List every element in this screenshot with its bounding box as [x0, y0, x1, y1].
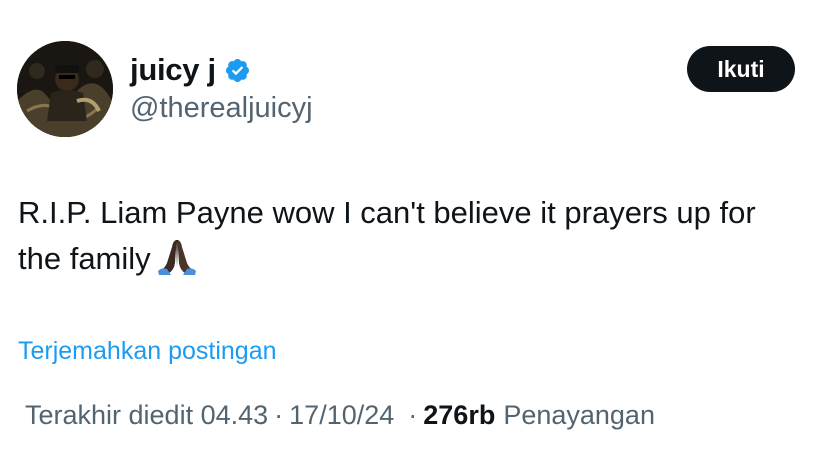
views-count: 276rb — [423, 400, 496, 430]
meta-separator: · — [274, 400, 284, 430]
views-label: Penayangan — [503, 400, 655, 430]
display-name[interactable]: juicy j — [130, 52, 216, 88]
meta-separator: · — [408, 400, 418, 430]
tweet-body: R.I.P. Liam Payne wow I can't believe it… — [18, 195, 756, 276]
author-handle[interactable]: @therealjuicyj — [130, 92, 313, 125]
folded-hands-icon — [155, 237, 199, 275]
author-name-row: juicy j — [130, 52, 251, 88]
tweet-card: juicy j @therealjuicyj Ikuti R.I.P. Liam… — [0, 0, 828, 454]
tweet-text: R.I.P. Liam Payne wow I can't believe it… — [18, 190, 798, 282]
avatar-image — [17, 41, 113, 137]
translate-post-link[interactable]: Terjemahkan postingan — [18, 337, 277, 366]
verified-badge-icon — [224, 57, 251, 84]
tweet-meta: Terakhir diedit 04.43 · 17/10/24 · 276rb… — [25, 400, 655, 431]
tweet-date[interactable]: 17/10/24 — [289, 400, 394, 431]
follow-button[interactable]: Ikuti — [687, 46, 795, 92]
edited-timestamp[interactable]: Terakhir diedit 04.43 — [25, 400, 268, 431]
avatar[interactable] — [17, 41, 113, 137]
